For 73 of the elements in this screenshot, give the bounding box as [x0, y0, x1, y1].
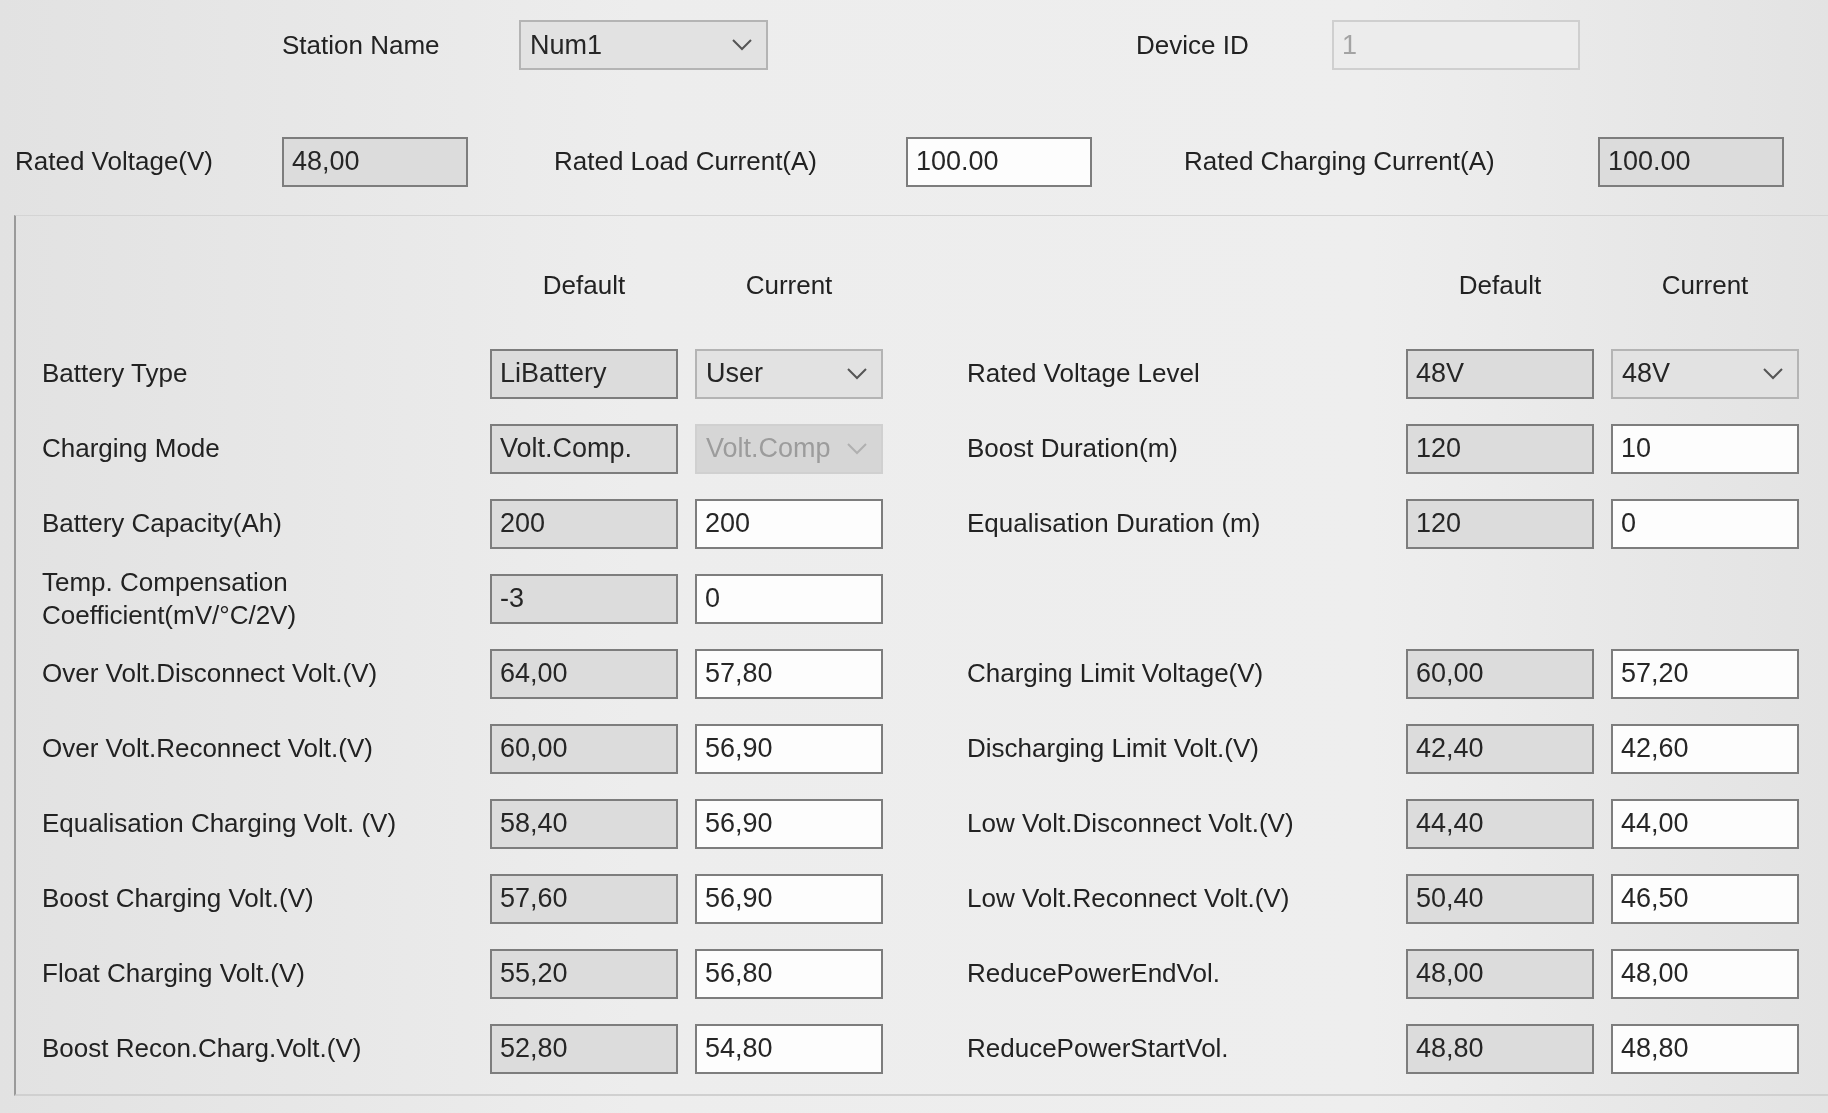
text-field[interactable]: 58,40 [490, 798, 678, 849]
field-label: Boost Duration(m) [967, 432, 1179, 465]
field-label: Battery Type [42, 357, 189, 390]
field-label: Over Volt.Reconnect Volt.(V) [42, 732, 374, 765]
chevron-down-icon [1763, 367, 1783, 380]
field-label: Low Volt.Disconnect Volt.(V) [967, 807, 1295, 840]
text-field[interactable]: 57,60 [490, 873, 678, 924]
field-label: Charging Limit Voltage(V) [967, 657, 1265, 690]
text-field[interactable]: 56,90 [695, 873, 883, 924]
field-label: Charging Mode [42, 432, 221, 465]
text-field[interactable]: 56,90 [695, 723, 883, 774]
text-field[interactable]: 44,00 [1611, 798, 1799, 849]
column-header: Default [542, 269, 626, 301]
field-label: Boost Charging Volt.(V) [42, 882, 315, 915]
field-label: Station Name [282, 28, 441, 62]
field-label: Float Charging Volt.(V) [42, 957, 306, 990]
field-label: Boost Recon.Charg.Volt.(V) [42, 1032, 363, 1065]
text-field[interactable]: 56,80 [695, 948, 883, 999]
dropdown[interactable]: Num1 [519, 20, 768, 70]
field-label: Device ID [1136, 28, 1250, 62]
text-field[interactable]: 42,60 [1611, 723, 1799, 774]
text-field[interactable]: 48,00 [282, 136, 468, 187]
field-label: Rated Charging Current(A) [1184, 145, 1496, 178]
text-field[interactable]: 48,80 [1611, 1023, 1799, 1074]
text-field[interactable]: 64,00 [490, 648, 678, 699]
text-field[interactable]: 48V [1406, 348, 1594, 399]
field-label: ReducePowerEndVol. [967, 957, 1221, 990]
column-header: Current [745, 269, 833, 301]
text-field[interactable]: 60,00 [490, 723, 678, 774]
text-field[interactable]: 52,80 [490, 1023, 678, 1074]
field-label: Equalisation Duration (m) [967, 507, 1262, 540]
chevron-down-icon [732, 39, 752, 51]
text-field[interactable]: 0 [695, 573, 883, 624]
text-field[interactable]: -3 [490, 573, 678, 624]
text-field[interactable]: 10 [1611, 423, 1799, 474]
text-field[interactable]: 48,00 [1611, 948, 1799, 999]
text-field[interactable]: 57,20 [1611, 648, 1799, 699]
field-label: Equalisation Charging Volt. (V) [42, 807, 398, 840]
dropdown[interactable]: User [695, 348, 883, 399]
text-field[interactable]: LiBattery [490, 348, 678, 399]
field-label: Rated Load Current(A) [554, 145, 819, 178]
field-label: ReducePowerStartVol. [967, 1032, 1230, 1065]
text-field[interactable]: 44,40 [1406, 798, 1594, 849]
field-label: Low Volt.Reconnect Volt.(V) [967, 882, 1291, 915]
text-field[interactable]: 200 [695, 498, 883, 549]
text-field[interactable]: 0 [1611, 498, 1799, 549]
field-label: Temp. Compensation Coefficient(mV/°C/2V) [42, 566, 298, 631]
text-field[interactable]: 48,00 [1406, 948, 1594, 999]
text-field[interactable]: 48,80 [1406, 1023, 1594, 1074]
chevron-down-icon [847, 367, 867, 380]
field-label: Battery Capacity(Ah) [42, 507, 283, 540]
field-label: Rated Voltage(V) [15, 145, 214, 178]
field-label: Over Volt.Disconnect Volt.(V) [42, 657, 379, 690]
field-label: Discharging Limit Volt.(V) [967, 732, 1260, 765]
chevron-down-icon [847, 442, 867, 455]
text-field[interactable]: 46,50 [1611, 873, 1799, 924]
text-field[interactable]: Volt.Comp. [490, 423, 678, 474]
text-field[interactable]: 50,40 [1406, 873, 1594, 924]
text-field[interactable]: 100.00 [1598, 136, 1784, 187]
text-field[interactable]: 56,90 [695, 798, 883, 849]
dropdown[interactable]: 48V [1611, 348, 1799, 399]
text-field[interactable]: 120 [1406, 498, 1594, 549]
text-field[interactable]: 57,80 [695, 648, 883, 699]
text-field[interactable]: 55,20 [490, 948, 678, 999]
text-field[interactable]: 100.00 [906, 136, 1092, 187]
text-field[interactable]: 120 [1406, 423, 1594, 474]
column-header: Default [1458, 269, 1542, 301]
field-label: Rated Voltage Level [967, 357, 1201, 390]
column-header: Current [1661, 269, 1749, 301]
text-field[interactable]: 54,80 [695, 1023, 883, 1074]
text-field[interactable]: 42,40 [1406, 723, 1594, 774]
text-field[interactable]: 60,00 [1406, 648, 1594, 699]
text-field[interactable]: 200 [490, 498, 678, 549]
